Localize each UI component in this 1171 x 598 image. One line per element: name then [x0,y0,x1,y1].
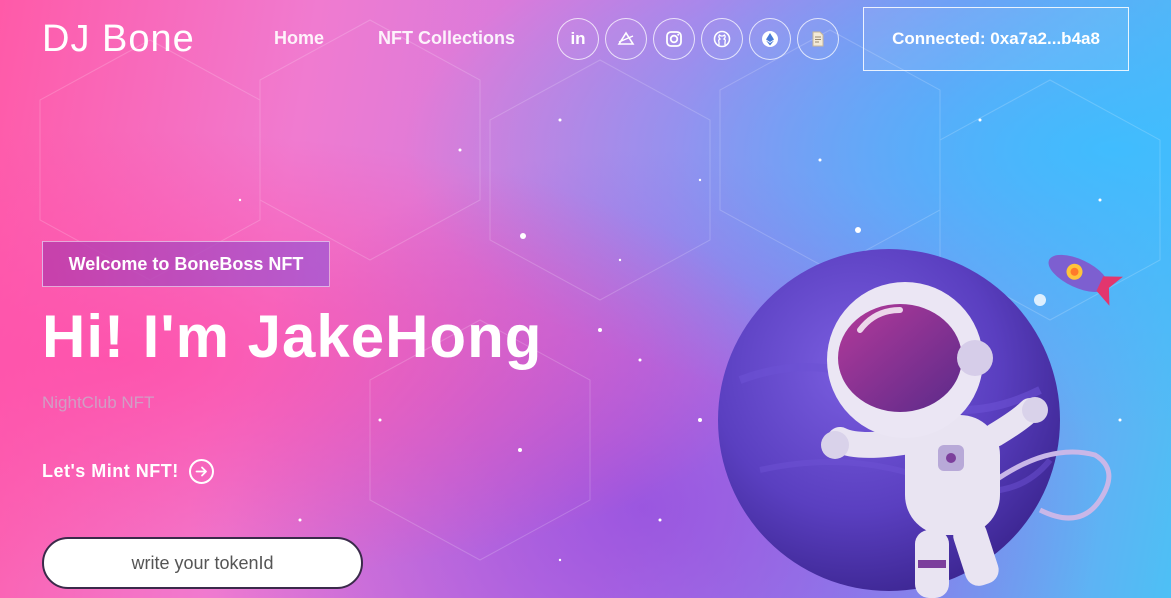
site-logo[interactable]: DJ Bone [42,18,195,61]
linkedin-icon: in [570,29,586,48]
rocket-shape [1048,254,1123,306]
mint-nft-label: Let's Mint NFT! [42,461,179,481]
hero-title: Hi! I'm JakeHong [42,303,543,370]
document-icon [812,31,824,47]
nav-nft-collections-link[interactable]: NFT Collections [378,28,515,49]
wallet-connect-button[interactable]: Connected: 0xa7a2...b4a8 [863,7,1129,71]
ethereum-icon [762,31,778,47]
mint-nft-link[interactable]: Let's Mint NFT! [42,459,214,484]
astronaut-illustration [718,249,1123,598]
opensea-button[interactable] [605,18,647,60]
instagram-button[interactable] [653,18,695,60]
nav-home-link[interactable]: Home [274,28,324,49]
hero-subtitle: NightClub NFT [42,393,155,412]
document-button[interactable] [797,18,839,60]
token-id-input[interactable] [42,537,363,589]
linkedin-button[interactable]: in [557,18,599,60]
arrow-right-icon [188,459,214,484]
github-button[interactable] [701,18,743,60]
instagram-icon [666,31,682,47]
ethereum-button[interactable] [749,18,791,60]
welcome-badge: Welcome to BoneBoss NFT [42,241,330,287]
opensea-icon [617,31,635,45]
github-icon [713,30,731,48]
